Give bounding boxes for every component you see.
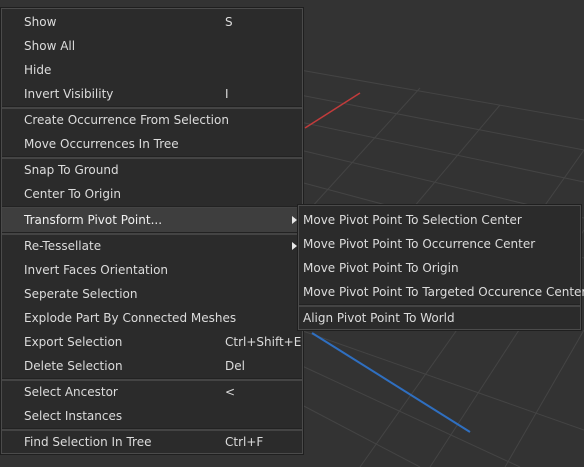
menu-item-label: Invert Visibility	[24, 87, 114, 101]
menu-item-move-pivot-point-to-origin[interactable]: Move Pivot Point To Origin	[299, 256, 580, 280]
menu-item-show-all[interactable]: Show All	[2, 34, 302, 58]
submenu-arrow-icon	[292, 216, 297, 224]
menu-item-move-pivot-point-to-occurrence-center[interactable]: Move Pivot Point To Occurrence Center	[299, 232, 580, 256]
menu-item-label: Re-Tessellate	[24, 239, 102, 253]
menu-item-select-instances[interactable]: Select Instances	[2, 404, 302, 428]
menu-item-shortcut: I	[225, 87, 229, 101]
menu-item-label: Invert Faces Orientation	[24, 263, 169, 277]
menu-item-shortcut: <	[225, 385, 236, 399]
menu-item-label: Show All	[24, 39, 76, 53]
menu-item-move-occurrences-in-tree[interactable]: Move Occurrences In Tree	[2, 132, 302, 156]
menu-item-label: Explode Part By Connected Meshes	[24, 311, 237, 325]
menu-item-label: Show	[24, 15, 57, 29]
menu-item-label: Delete Selection	[24, 359, 123, 373]
menu-item-seperate-selection[interactable]: Seperate Selection	[2, 282, 302, 306]
menu-item-create-occurrence-from-selection[interactable]: Create Occurrence From Selection	[2, 108, 302, 132]
menu-item-align-pivot-point-to-world[interactable]: Align Pivot Point To World	[299, 306, 580, 330]
menu-item-explode-part-by-connected-meshes[interactable]: Explode Part By Connected Meshes	[2, 306, 302, 330]
menu-item-label: Hide	[24, 63, 52, 77]
menu-item-move-pivot-point-to-targeted-occurence-center[interactable]: Move Pivot Point To Targeted Occurence C…	[299, 280, 584, 304]
menu-item-hide[interactable]: Hide	[2, 58, 302, 82]
menu-item-label: Create Occurrence From Selection	[24, 113, 229, 127]
menu-item-label: Align Pivot Point To World	[303, 311, 455, 325]
menu-item-label: Select Ancestor	[24, 385, 118, 399]
menu-item-label: Select Instances	[24, 409, 123, 423]
x-axis-line	[304, 92, 361, 129]
context-menu: Show S Show All Hide Invert Visibility I Creat…	[1, 8, 303, 454]
transform-pivot-submenu: Move Pivot Point To Selection Center Move…	[298, 205, 584, 330]
menu-item-label: Snap To Ground	[24, 163, 119, 177]
menu-item-re-tessellate[interactable]: Re-Tessellate	[2, 234, 302, 258]
menu-item-label: Seperate Selection	[24, 287, 138, 301]
menu-item-label: Find Selection In Tree	[24, 435, 152, 449]
menu-item-shortcut: Ctrl+F	[225, 435, 264, 449]
menu-item-invert-visibility[interactable]: Invert Visibility I	[2, 82, 302, 106]
menu-item-label: Move Pivot Point To Origin	[303, 261, 459, 275]
menu-item-label: Transform Pivot Point...	[24, 213, 163, 227]
menu-item-find-selection-in-tree[interactable]: Find Selection In Tree Ctrl+F	[2, 430, 302, 454]
menu-item-snap-to-ground[interactable]: Snap To Ground	[2, 158, 302, 182]
menu-item-label: Move Pivot Point To Selection Center	[303, 213, 522, 227]
menu-item-select-ancestor[interactable]: Select Ancestor <	[2, 380, 302, 404]
menu-item-move-pivot-point-to-selection-center[interactable]: Move Pivot Point To Selection Center	[299, 208, 580, 232]
menu-item-invert-faces-orientation[interactable]: Invert Faces Orientation	[2, 258, 302, 282]
menu-item-show[interactable]: Show S	[2, 10, 302, 34]
menu-item-label: Move Pivot Point To Occurrence Center	[303, 237, 536, 251]
menu-item-shortcut: Ctrl+Shift+E	[225, 335, 302, 349]
menu-item-label: Move Pivot Point To Targeted Occurence C…	[303, 285, 584, 299]
menu-item-transform-pivot-point[interactable]: Transform Pivot Point...	[2, 208, 302, 232]
menu-item-label: Center To Origin	[24, 187, 121, 201]
menu-item-shortcut: Del	[225, 359, 245, 373]
menu-item-shortcut: S	[225, 15, 233, 29]
submenu-arrow-icon	[292, 242, 297, 250]
menu-item-center-to-origin[interactable]: Center To Origin	[2, 182, 302, 206]
z-axis-line	[311, 332, 471, 433]
menu-item-label: Export Selection	[24, 335, 123, 349]
menu-item-delete-selection[interactable]: Delete Selection Del	[2, 354, 302, 378]
menu-item-label: Move Occurrences In Tree	[24, 137, 179, 151]
menu-item-export-selection[interactable]: Export Selection Ctrl+Shift+E	[2, 330, 302, 354]
